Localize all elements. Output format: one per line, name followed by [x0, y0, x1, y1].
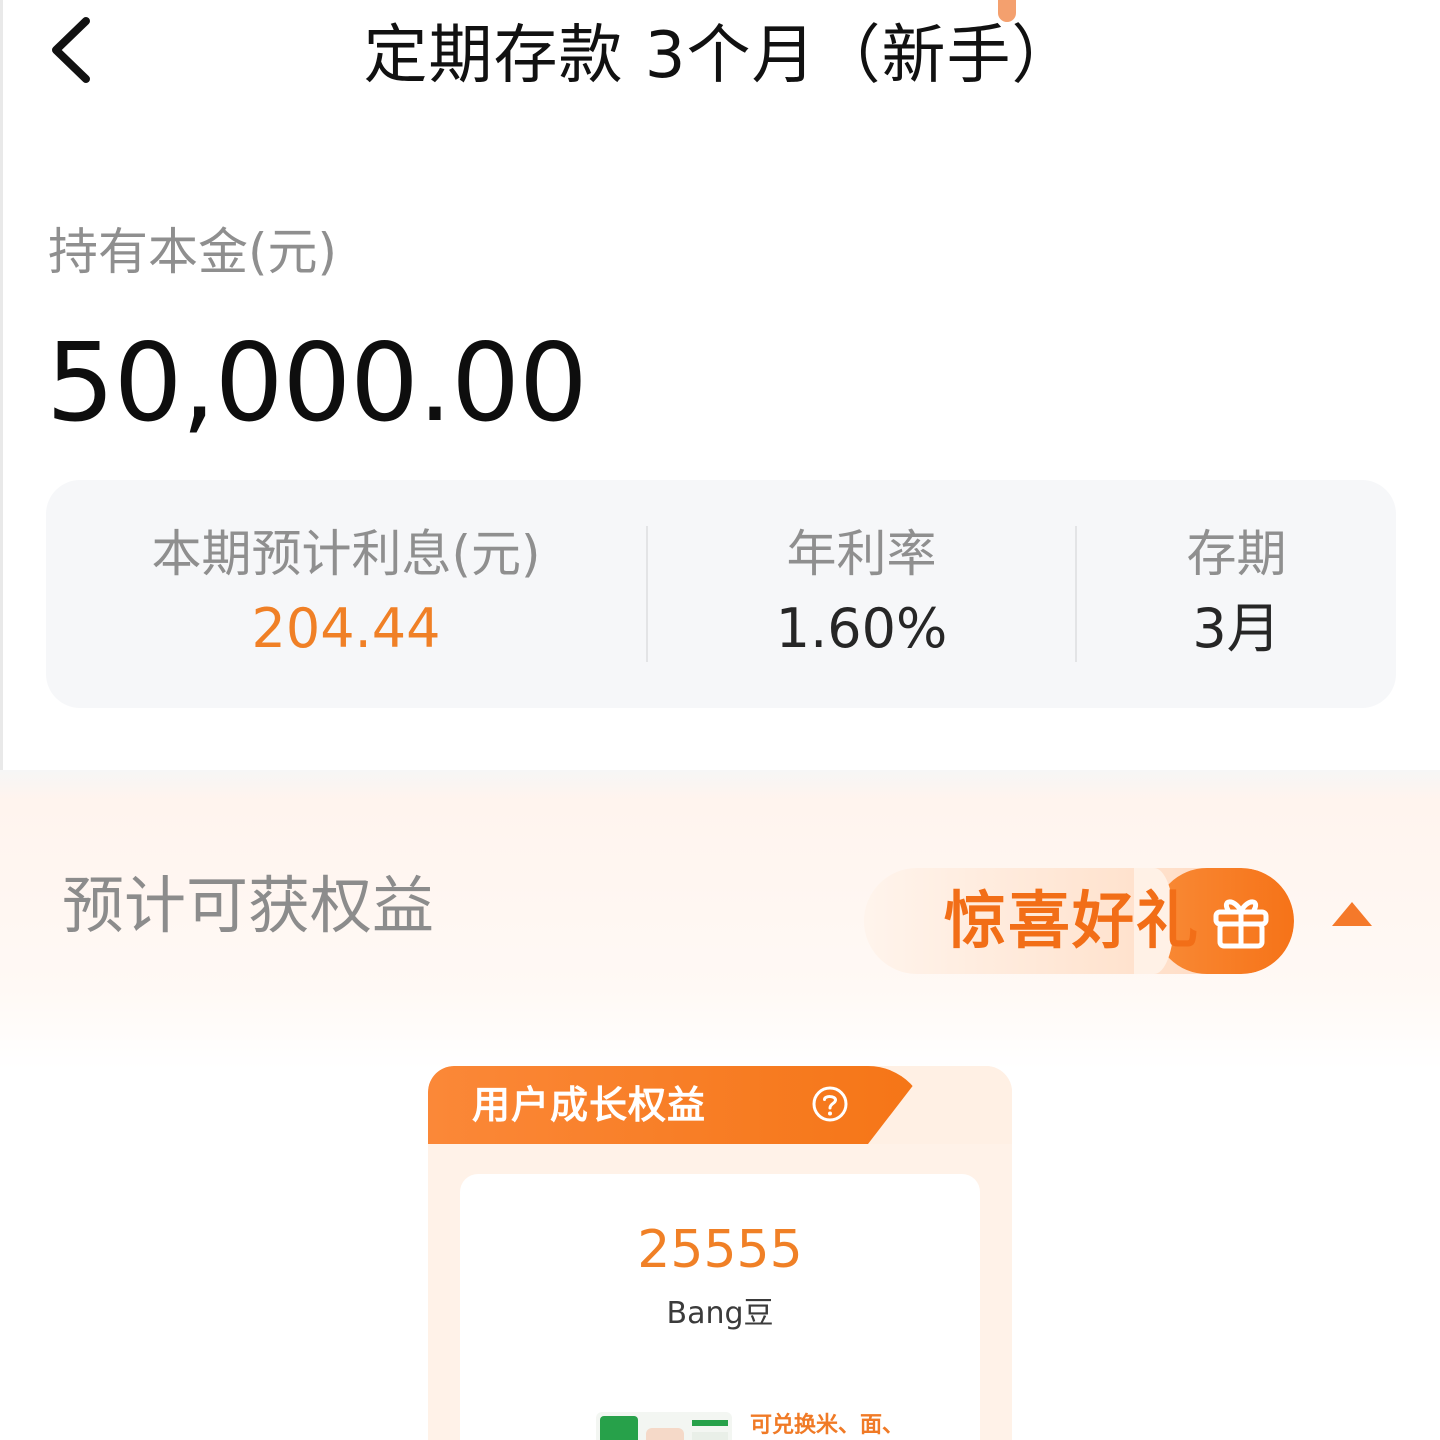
stats-card: 本期预计利息(元) 204.44 年利率 1.60% 存期 3月 [46, 480, 1396, 708]
status-indicator-dot [998, 0, 1016, 22]
bean-unit: Bang豆 [666, 1296, 774, 1331]
stat-term: 存期 3月 [1077, 480, 1396, 708]
interest-label: 本期预计利息(元) [151, 525, 541, 583]
bean-count: 25555 [637, 1220, 803, 1280]
growth-card-title: 用户成长权益 [472, 1083, 707, 1127]
triangle-up-icon[interactable] [1328, 896, 1376, 936]
stat-rate: 年利率 1.60% [648, 480, 1075, 708]
gift-icon [1213, 899, 1269, 949]
growth-card-body: 25555 Bang豆 可兑换米、面、 [460, 1174, 980, 1440]
growth-benefit-card[interactable]: 用户成长权益 25555 Bang豆 可兑换米、面、 [428, 1066, 1012, 1440]
stat-interest: 本期预计利息(元) 204.44 [46, 480, 646, 708]
gift-label: 惊喜好礼 [944, 884, 1201, 957]
interest-value: 204.44 [251, 597, 441, 660]
rate-value: 1.60% [775, 597, 948, 660]
term-label: 存期 [1186, 525, 1287, 583]
header-bar: 定期存款 3个月（新手） [0, 0, 1440, 110]
rate-label: 年利率 [786, 525, 937, 583]
surprise-gift-button[interactable]: 惊喜好礼 [864, 868, 1294, 974]
principal-value: 50,000.00 [46, 321, 588, 446]
deposit-detail-page: 定期存款 3个月（新手） 持有本金(元) 50,000.00 本期预计利息(元)… [0, 0, 1440, 1440]
page-title: 定期存款 3个月（新手） [363, 19, 1077, 93]
benefits-title: 预计可获权益 [62, 869, 435, 942]
term-value: 3月 [1192, 597, 1281, 660]
question-circle-icon[interactable] [810, 1084, 850, 1124]
exchange-note: 可兑换米、面、 [750, 1413, 905, 1438]
principal-label: 持有本金(元) [48, 223, 338, 281]
product-image [596, 1412, 732, 1440]
growth-card-header: 用户成长权益 [428, 1066, 1012, 1144]
